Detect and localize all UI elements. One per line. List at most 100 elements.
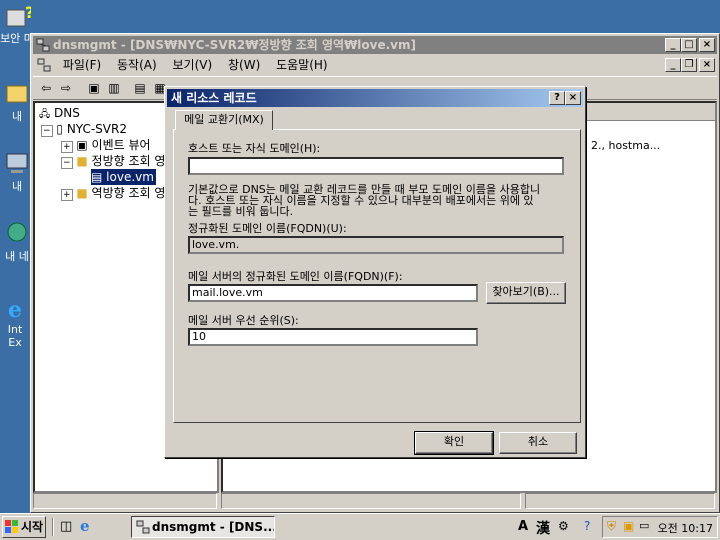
tree-item-dns[interactable]: 🖧 DNS <box>39 105 80 121</box>
taskbar: 시작 ◫ e dnsmgmt - [DNS... A 漢 ⚙ ? ⛨ ▣ ▭ 오… <box>0 513 720 540</box>
ime-help-icon[interactable]: ? <box>584 519 590 533</box>
dns-app-icon <box>35 37 51 54</box>
child-close-button[interactable]: × <box>699 58 715 72</box>
folder-icon: ■ <box>76 154 88 168</box>
status-cell-1 <box>33 493 217 509</box>
desktop-icon-label: Int Ex <box>7 323 23 349</box>
desktop-icon-network[interactable]: 내 네 <box>0 220 34 264</box>
menu-help[interactable]: 도움말(H) <box>270 55 334 75</box>
expand-box-icon[interactable]: + <box>61 141 73 153</box>
dialog-titlebar[interactable]: 새 리소스 레코드 <box>167 89 583 107</box>
security-shield-icon[interactable]: ⛨ <box>607 519 616 534</box>
mail-server-label: 메일 서버의 정규화된 도메인 이름(FQDN)(F): <box>188 270 403 283</box>
priority-label: 메일 서버 우선 순위(S): <box>188 314 299 327</box>
status-bar <box>33 492 717 510</box>
desktop-icon-mycomputer[interactable]: 내 <box>0 150 34 194</box>
tree-label: 정방향 조회 영 <box>91 154 166 168</box>
mail-server-input[interactable]: mail.love.vm <box>188 284 478 302</box>
tree-label: 역방향 조회 영 <box>91 186 166 200</box>
cancel-button[interactable]: 취소 <box>499 432 577 454</box>
desktop-icon-mydocs[interactable]: 내 <box>0 80 34 124</box>
internet-explorer-icon: e <box>3 295 31 323</box>
child-minimize-button[interactable]: _ <box>665 58 681 72</box>
details-row-text[interactable]: 2., hostma... <box>591 139 660 152</box>
dns-task-icon <box>135 519 151 537</box>
tree-item-reverse-zone[interactable]: + ■ 역방향 조회 영 <box>61 185 165 201</box>
menu-bar: 파일(F) 동작(A) 보기(V) 창(W) 도움말(H) <box>33 55 717 75</box>
host-label: 호스트 또는 자식 도메인(H): <box>188 142 321 155</box>
new-resource-record-dialog: 새 리소스 레코드 ? × 메일 교환기(MX) 호스트 또는 자식 도메인(H… <box>164 86 586 458</box>
desktop-icon-label: 내 <box>11 110 23 123</box>
svg-text:e: e <box>8 297 22 323</box>
status-cell-3 <box>525 493 715 509</box>
menu-view[interactable]: 보기(V) <box>167 55 219 75</box>
quicklaunch-ie-icon[interactable]: e <box>80 517 90 535</box>
fqdn-field: love.vm. <box>188 236 564 254</box>
info-text: 기본값으로 DNS는 메일 교환 레코드를 만들 때 부모 도메인 이름을 사용… <box>188 184 540 217</box>
tree-item-server[interactable]: − ▯ NYC-SVR2 <box>41 121 127 137</box>
ok-button[interactable]: 확인 <box>414 431 494 455</box>
browse-button[interactable]: 찾아보기(B)... <box>486 282 566 304</box>
tree-item-love-vm[interactable]: ▤ love.vm <box>91 169 156 185</box>
my-documents-icon <box>3 80 31 108</box>
properties-icon[interactable]: ▤ <box>131 80 149 97</box>
network-tray-icon[interactable]: ▣ <box>623 519 634 533</box>
menu-window[interactable]: 창(W) <box>222 55 266 75</box>
menu-file[interactable]: 파일(F) <box>57 55 107 75</box>
show-desktop-icon[interactable]: ◫ <box>60 519 72 534</box>
status-cell-2 <box>221 493 521 509</box>
minimize-button[interactable]: _ <box>665 38 681 52</box>
dns-icon: 🖧 <box>39 109 51 120</box>
tree-label: love.vm <box>106 170 154 184</box>
child-restore-button[interactable]: ❐ <box>681 58 697 72</box>
desktop-icon-ie[interactable]: e Int Ex <box>0 295 34 349</box>
ime-mode-a[interactable]: A <box>518 519 528 534</box>
host-input[interactable] <box>188 157 564 175</box>
quicklaunch-divider <box>52 518 54 536</box>
clock[interactable]: 오전 10:17 <box>658 520 713 536</box>
ime-hanja[interactable]: 漢 <box>536 518 550 538</box>
dialog-title: 새 리소스 레코드 <box>171 91 257 105</box>
help-button[interactable]: ? <box>549 91 565 105</box>
desktop-icon-label: 보안 마 <box>0 32 34 45</box>
window-title: dnsmgmt - [DNS₩NYC-SVR2₩정방향 조회 영역₩love.v… <box>53 38 416 52</box>
tray-monitor-icon[interactable]: ▭ <box>639 519 649 532</box>
show-tree-icon[interactable]: ▥ <box>105 80 123 97</box>
expand-box-icon[interactable]: + <box>61 189 73 201</box>
my-network-icon <box>3 220 31 248</box>
tree-label: NYC-SVR2 <box>66 122 127 136</box>
folder-icon: ■ <box>76 186 88 200</box>
my-computer-icon <box>3 150 31 178</box>
up-folder-icon[interactable]: ▣ <box>85 80 103 97</box>
event-viewer-icon: ▣ <box>76 138 88 152</box>
maximize-button[interactable]: □ <box>681 38 697 52</box>
back-arrow-icon[interactable]: ⇦ <box>37 80 55 97</box>
close-button[interactable]: × <box>699 38 715 52</box>
dialog-close-button[interactable]: × <box>565 91 581 105</box>
collapse-box-icon[interactable]: − <box>61 157 73 169</box>
window-titlebar[interactable]: dnsmgmt - [DNS₩NYC-SVR2₩정방향 조회 영역₩love.v… <box>33 36 717 54</box>
tree-item-event-viewer[interactable]: + ▣ 이벤트 뷰어 <box>61 137 151 153</box>
task-label: dnsmgmt - [DNS... <box>152 520 275 534</box>
desktop-icon-label: 내 <box>11 180 23 193</box>
mx-tab-panel: 호스트 또는 자식 도메인(H): 기본값으로 DNS는 메일 교환 레코드를 … <box>173 129 581 423</box>
zone-icon: ▤ <box>91 170 103 184</box>
task-dnsmgmt[interactable]: dnsmgmt - [DNS... <box>131 516 275 538</box>
tree-item-forward-zone[interactable]: − ■ 정방향 조회 영 <box>61 153 165 169</box>
priority-input[interactable]: 10 <box>188 328 478 346</box>
tab-mx[interactable]: 메일 교환기(MX) <box>175 110 273 130</box>
help-security-icon: ? <box>3 2 34 30</box>
ime-options-icon[interactable]: ⚙ <box>558 519 569 533</box>
menu-action[interactable]: 동작(A) <box>111 55 163 75</box>
info-line-3: 는 필드를 비워 둡니다. <box>188 205 294 218</box>
desktop-icon-security[interactable]: ? 보안 마 <box>0 2 34 46</box>
tree-label: 이벤트 뷰어 <box>91 138 151 152</box>
fqdn-label: 정규화된 도메인 이름(FQDN)(U): <box>188 222 347 235</box>
start-label: 시작 <box>21 520 44 534</box>
server-icon: ▯ <box>56 122 63 136</box>
forward-arrow-icon[interactable]: ⇨ <box>57 80 75 97</box>
system-tray: ⛨ ▣ ▭ 오전 10:17 <box>602 516 718 538</box>
collapse-box-icon[interactable]: − <box>41 125 53 137</box>
start-button[interactable]: 시작 <box>2 516 46 538</box>
svg-text:?: ? <box>25 3 31 22</box>
